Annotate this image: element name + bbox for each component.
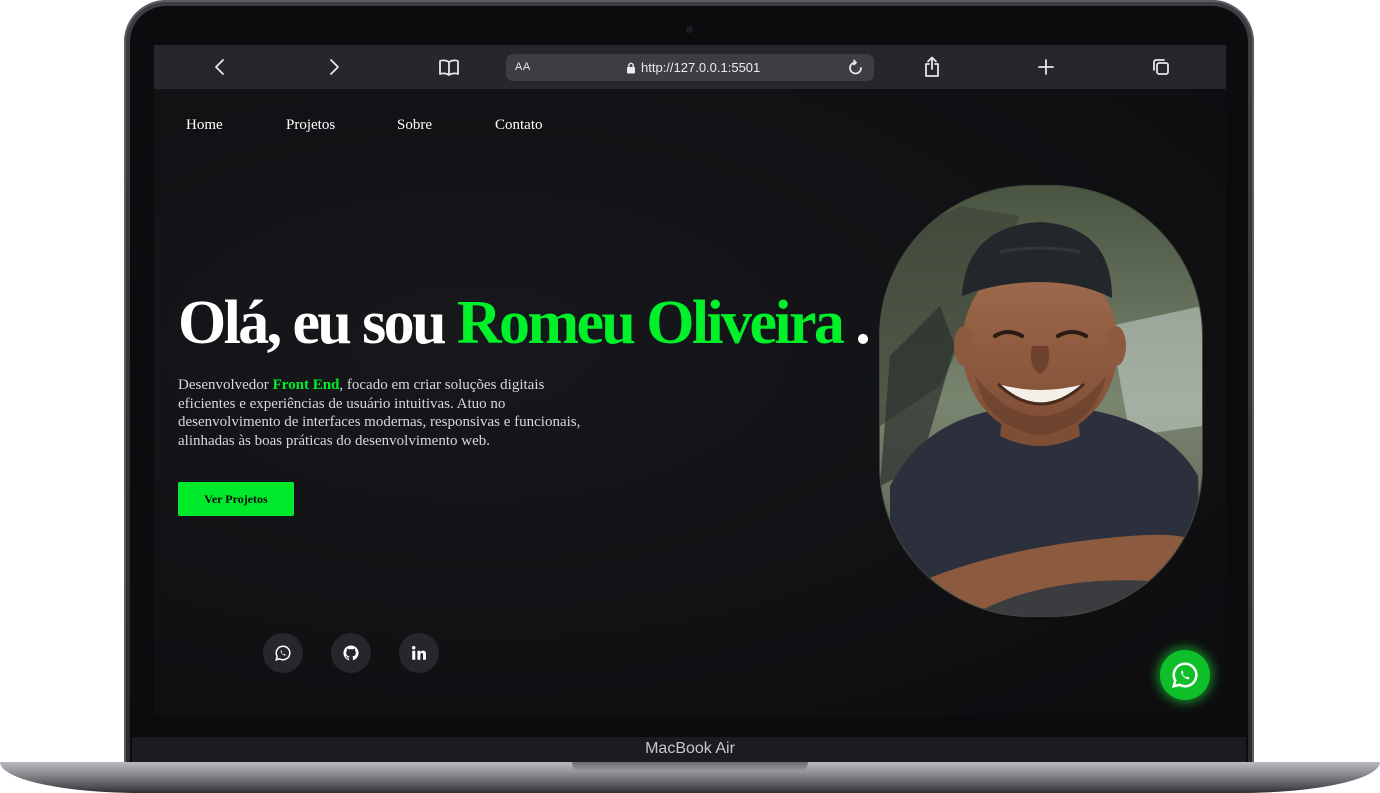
lock-icon (627, 62, 635, 73)
hero-desc-prefix: Desenvolvedor (178, 377, 273, 393)
hero-title-prefix: Olá, eu sou (178, 289, 457, 357)
share-button[interactable] (920, 55, 944, 79)
linkedin-icon (412, 646, 426, 660)
nav-home[interactable]: Home (186, 117, 223, 134)
forward-button[interactable] (322, 55, 346, 79)
reload-icon (849, 59, 862, 75)
nav-sobre[interactable]: Sobre (397, 117, 432, 134)
tabs-icon (1153, 59, 1169, 75)
url-display[interactable]: http://127.0.0.1:5501 (626, 60, 760, 75)
new-tab-button[interactable] (1034, 55, 1058, 79)
camera (686, 26, 693, 33)
github-icon (343, 645, 359, 661)
url-text: http://127.0.0.1:5501 (641, 60, 761, 75)
whatsapp-icon (275, 645, 291, 661)
social-linkedin-button[interactable] (399, 633, 439, 673)
profile-photo-illustration (880, 186, 1202, 616)
address-bar[interactable]: AA http://127.0.0.1:5501 (506, 54, 874, 81)
browser-screen: AA http://127.0.0.1:5501 Home Projetos S… (154, 45, 1226, 715)
plus-icon (1038, 59, 1054, 75)
hero-description: Desenvolvedor Front End, focado em criar… (178, 376, 588, 450)
device-label: MacBook Air (645, 740, 735, 757)
hero-title-name: Romeu Oliveira (456, 289, 845, 357)
chevron-right-icon (330, 59, 339, 75)
back-button[interactable] (208, 55, 232, 79)
whatsapp-float-button[interactable] (1160, 650, 1210, 700)
nav-contato[interactable]: Contato (495, 117, 543, 134)
tabs-overview-button[interactable] (1149, 55, 1173, 79)
chevron-left-icon (215, 59, 224, 75)
profile-photo (880, 186, 1202, 616)
bookmarks-button[interactable] (437, 55, 461, 79)
hero-title: Olá, eu sou Romeu Oliveira . (178, 285, 871, 361)
text-size-button[interactable]: AA (515, 61, 531, 73)
browser-toolbar: AA http://127.0.0.1:5501 (154, 45, 1226, 89)
hero-desc-highlight: Front End (272, 377, 340, 393)
book-icon (439, 59, 459, 76)
social-github-button[interactable] (331, 633, 371, 673)
laptop-notch (572, 762, 808, 772)
social-whatsapp-button[interactable] (263, 633, 303, 673)
nav-projetos[interactable]: Projetos (286, 117, 335, 134)
whatsapp-icon (1171, 662, 1198, 689)
ver-projetos-button[interactable]: Ver Projetos (178, 482, 294, 516)
reload-button[interactable] (844, 56, 868, 80)
share-icon (925, 56, 939, 77)
hero-title-suffix: . (842, 289, 871, 357)
